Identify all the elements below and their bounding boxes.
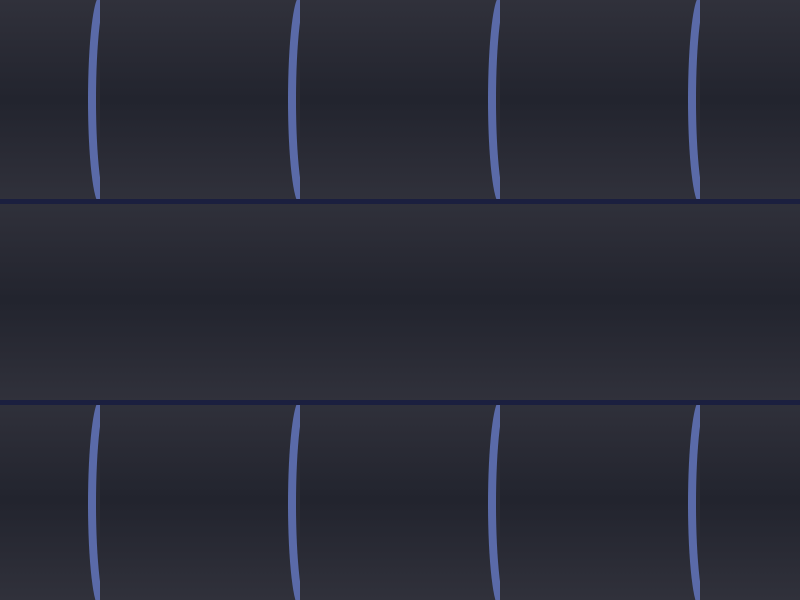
middle-band bbox=[0, 200, 800, 400]
bottom-row-curved-edge-3 bbox=[486, 404, 500, 600]
top-divider-line bbox=[0, 199, 800, 204]
top-row-curved-edge-1 bbox=[86, 0, 100, 200]
bottom-row-curved-edge-1 bbox=[86, 404, 100, 600]
top-row-curved-edge-4 bbox=[686, 0, 700, 200]
top-band bbox=[0, 0, 800, 200]
tiled-background-canvas bbox=[0, 0, 800, 600]
bottom-divider-line bbox=[0, 400, 800, 405]
bottom-row-curved-edge-2 bbox=[286, 404, 300, 600]
bottom-band bbox=[0, 400, 800, 600]
top-row-curved-edge-2 bbox=[286, 0, 300, 200]
bottom-row-curved-edge-4 bbox=[686, 404, 700, 600]
top-row-curved-edge-3 bbox=[486, 0, 500, 200]
